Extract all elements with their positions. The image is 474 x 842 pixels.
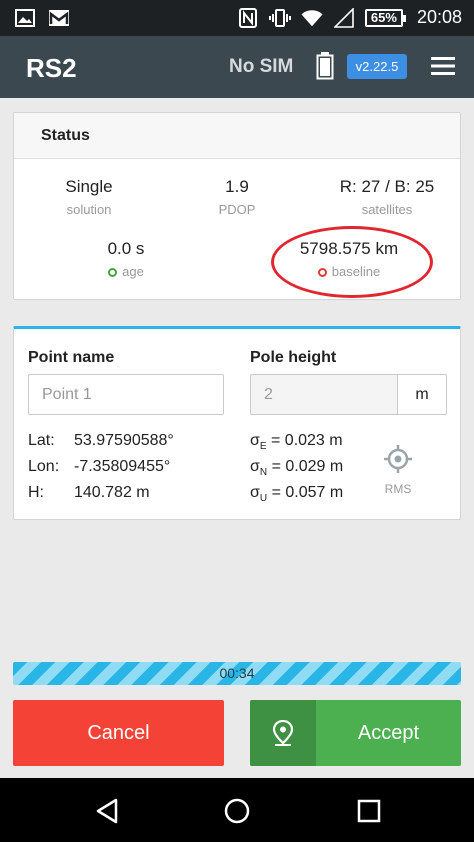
map-pin-icon (250, 700, 316, 766)
recents-icon[interactable] (356, 798, 382, 824)
age-value: 0.0 s (107, 239, 145, 258)
sigma-e-value: = 0.023 m (271, 432, 343, 449)
satellites-value: R: 27 / B: 25 (339, 177, 435, 196)
point-name-input[interactable]: Point 1 (28, 374, 224, 415)
home-icon[interactable] (224, 798, 250, 824)
satellites-label: satellites (361, 202, 413, 217)
firmware-version-badge[interactable]: v2.22.5 (347, 54, 407, 79)
age-metric: 0.0 s age (76, 239, 176, 279)
baseline-highlight-annotation (271, 226, 433, 298)
lon-key: Lon: (28, 458, 60, 475)
pole-height-input[interactable]: 2 (250, 374, 398, 415)
lat-value: 53.97590588° (74, 432, 174, 449)
age-label: age (122, 264, 144, 279)
device-title: RS2 (26, 53, 77, 83)
android-status-bar: 65% 20:08 (0, 0, 474, 36)
cancel-button[interactable]: Cancel (13, 700, 224, 766)
age-status-dot (108, 268, 118, 277)
progress-timer: 00:34 (219, 665, 255, 681)
pdop-value: 1.9 (225, 177, 249, 196)
height-value: 140.782 m (74, 484, 150, 501)
solution-metric: Single solution (44, 177, 134, 217)
point-collection-card: Point name Point 1 Pole height 2 m Lat: … (13, 326, 461, 520)
gallery-icon (14, 8, 36, 28)
collection-progress-bar: 00:34 (13, 662, 461, 685)
accept-label: Accept (357, 722, 420, 744)
rms-toggle[interactable]: RMS (373, 444, 423, 496)
lon-value: -7.35809455° (74, 458, 171, 475)
solution-label: solution (66, 202, 112, 217)
status-clock: 20:08 (416, 7, 462, 27)
sigma-n: σN = 0.029 m (250, 458, 344, 479)
signal-icon (333, 7, 355, 28)
status-card-title: Status (41, 127, 90, 144)
solution-value: Single (65, 177, 113, 196)
accept-button[interactable]: Accept (250, 700, 461, 766)
sigma-u-value: = 0.057 m (271, 484, 344, 501)
pdop-metric: 1.9 PDOP (197, 177, 277, 217)
android-nav-bar (0, 778, 474, 842)
hamburger-menu-icon[interactable] (431, 56, 455, 76)
mail-icon (48, 8, 70, 28)
wifi-icon (301, 8, 323, 28)
sigma-e: σE = 0.023 m (250, 432, 343, 453)
height-key: H: (28, 484, 44, 501)
app-bar: RS2 No SIM v2.22.5 (0, 36, 474, 98)
pdop-label: PDOP (218, 202, 256, 217)
lat-key: Lat: (28, 432, 55, 449)
point-name-label: Point name (28, 349, 115, 366)
vibrate-icon (268, 8, 291, 28)
device-battery-icon (316, 52, 334, 80)
status-card-header: Status (14, 113, 460, 159)
sim-status: No SIM (229, 56, 294, 77)
nfc-icon (237, 7, 259, 28)
battery-percent-badge: 65% (364, 8, 406, 27)
crosshair-icon (384, 445, 412, 473)
rms-label: RMS (384, 482, 412, 496)
sigma-u: σU = 0.057 m (250, 484, 344, 505)
back-icon[interactable] (94, 798, 120, 824)
sigma-n-value: = 0.029 m (271, 458, 344, 475)
pole-height-label: Pole height (250, 349, 337, 366)
pole-height-unit: m (397, 374, 447, 415)
satellites-metric: R: 27 / B: 25 satellites (322, 177, 452, 217)
